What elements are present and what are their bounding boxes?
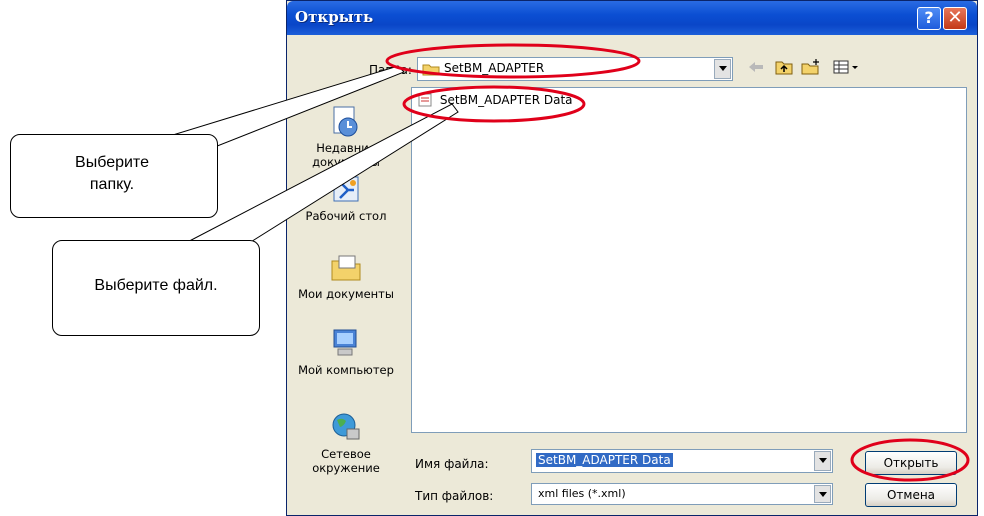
folder-callout-text: Выберите папку. [75, 154, 149, 193]
look-in-highlight [385, 43, 641, 79]
file-callout: Выберите файл. [52, 240, 260, 336]
open-button-highlight [850, 438, 970, 482]
folder-callout: Выберите папку. [10, 134, 218, 218]
file-callout-text: Выберите файл. [94, 277, 218, 294]
file-highlight [402, 85, 586, 123]
